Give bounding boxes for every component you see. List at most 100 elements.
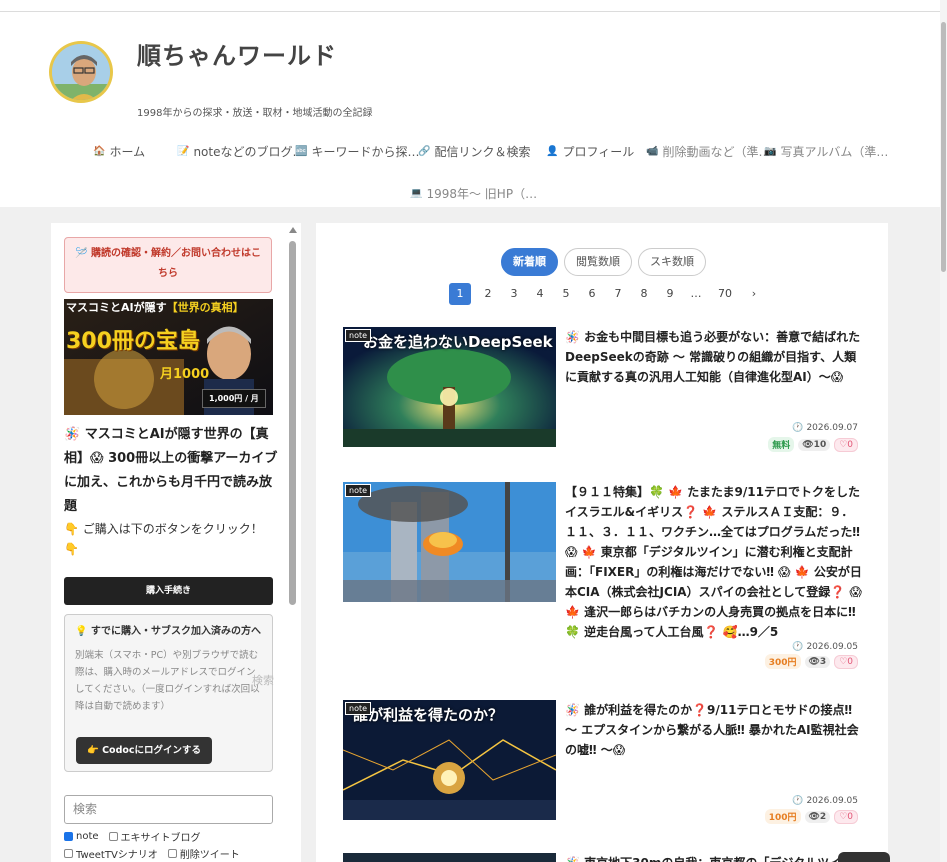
article-date: 🕐 2026.09.05 [792, 642, 858, 652]
filter-row-1: note エキサイトブログ [64, 829, 201, 844]
checkbox-icon[interactable] [108, 832, 118, 841]
codoc-login-button[interactable]: 👉 Codocにログインする [76, 737, 212, 764]
sort-tabs: 新着順 閲覧数順 スキ数順 [501, 248, 706, 276]
article-card[interactable]: 🪅 東京地下30mの自我：東京都の「デジタルツイン」 [343, 853, 863, 862]
note-tag: note [345, 484, 372, 497]
promo-price-label: 1,000円 / 月 [202, 389, 266, 408]
view-count-badge: 👁2 [804, 810, 831, 823]
like-count-badge[interactable]: ♡0 [834, 437, 858, 452]
nav-item-label: ホーム [109, 145, 146, 159]
like-count-badge[interactable]: ♡0 [834, 809, 858, 824]
contact-link-box[interactable]: 🪡 購読の確認・解約／お問い合わせはこちら [64, 237, 272, 293]
filter-deleted-tweets-checkbox[interactable]: 削除ツイート [167, 846, 240, 861]
promo-headline: マスコミとAIが隠す【世界の真相】 [66, 299, 244, 315]
promo-monthly: 月1000 [160, 367, 210, 382]
promo-headline-yellow: 【世界の真相】 [166, 301, 244, 314]
page-button[interactable]: 7 [605, 283, 631, 305]
page-button[interactable]: 8 [631, 283, 657, 305]
page-button[interactable]: 6 [579, 283, 605, 305]
nav-item-blogs[interactable]: 📝 noteなどのブログ… [177, 143, 305, 160]
page-button-last[interactable]: 70 [709, 283, 741, 305]
sidebar-scrollbar[interactable] [286, 223, 300, 862]
thumbnail-caption: 誰が利益を得たのか？ [353, 706, 504, 724]
login-info-box: 💡 すでに購入・サブスク加入済みの方へ 別端末（スマホ・PC）や別ブラウザで読む… [64, 614, 273, 772]
page-button[interactable]: 4 [527, 283, 553, 305]
thumbnail-caption: お金を追わないDeepSeek [363, 333, 553, 351]
home-icon: 🏠 [93, 146, 106, 157]
sidebar-scrollbar-thumb[interactable] [289, 241, 296, 605]
checkbox-icon[interactable] [167, 849, 177, 858]
page-scrollbar-thumb[interactable] [941, 22, 946, 272]
article-title[interactable]: 🪅 誰が利益を得たのか❓9/11テロとモサドの接点‼ 〜 エプスタインから繋がる… [565, 700, 863, 760]
like-count-badge[interactable]: ♡0 [834, 654, 858, 669]
article-title[interactable]: 【９１１特集】🍀 🍁 たまたま9/11テロでトクをしたイスラエル&イギリス❓ 🍁… [565, 482, 863, 642]
sort-tab-views[interactable]: 閲覧数順 [564, 248, 632, 276]
next-page-arrow-icon[interactable]: › [741, 283, 767, 305]
article-thumbnail[interactable] [343, 853, 556, 862]
page-button[interactable]: 9 [657, 283, 683, 305]
person-icon: 👤 [546, 146, 559, 157]
site-tagline: 1998年からの探求・放送・取材・地域活動の全記録 [137, 108, 373, 119]
page-button[interactable]: 5 [553, 283, 579, 305]
price-badge: 無料 [768, 437, 795, 452]
computer-icon: 💻 [410, 188, 423, 199]
sort-tab-likes[interactable]: スキ数順 [638, 248, 706, 276]
nav-item-home[interactable]: 🏠 ホーム [93, 143, 145, 160]
page-button-current[interactable]: 1 [449, 283, 471, 305]
promo-banner-image[interactable]: マスコミとAIが隠す【世界の真相】 300冊の宝島 月1000 1,000円 /… [64, 299, 273, 415]
nav-item-label: 1998年〜 旧HP（… [426, 187, 538, 201]
site-header: 順ちゃんワールド 1998年からの探求・放送・取材・地域活動の全記録 🏠 ホーム… [0, 0, 940, 207]
article-title[interactable]: 🪅 東京地下30mの自我：東京都の「デジタルツイン」 [565, 853, 863, 862]
sort-tab-newest[interactable]: 新着順 [501, 248, 558, 276]
promo-big-text: 300冊の宝島 [66, 329, 200, 354]
article-card[interactable]: note 【９１１特集】🍀 🍁 たまたま9/11テロでトクをしたイスラエル&イギ… [343, 482, 863, 672]
promo-subtext: 👇 ご購入は下のボタンをクリック！ 👇 [64, 522, 263, 556]
article-stats: 300円 👁3 ♡0 [764, 654, 858, 669]
nav-item-links[interactable]: 🔗 配信リンク＆検索 [418, 143, 530, 160]
article-thumbnail[interactable]: note [343, 482, 556, 602]
article-thumbnail[interactable]: 誰が利益を得たのか？ note [343, 700, 556, 820]
nav-item-keyword[interactable]: 🔤 キーワードから探… [295, 143, 419, 160]
abc-icon: 🔤 [295, 146, 308, 157]
article-thumbnail[interactable]: お金を追わないDeepSeek note [343, 327, 556, 447]
login-box-description: 別端末（スマホ・PC）や別ブラウザで読む際は、購入時のメールアドレスでログインし… [75, 650, 260, 712]
purchase-button[interactable]: 購入手続き [64, 577, 273, 605]
page-button[interactable]: 2 [475, 283, 501, 305]
site-title[interactable]: 順ちゃんワールド [137, 36, 337, 71]
filter-label: 削除ツイート [179, 850, 240, 861]
nav-item-profile[interactable]: 👤 プロフィール [546, 143, 634, 160]
nav-item-deleted-videos[interactable]: 📹 削除動画など（準… [646, 143, 770, 160]
article-title[interactable]: 🪅 お金も中間目標も追う必要がない：善意で結ばれたDeepSeekの奇跡 〜 常… [565, 327, 863, 387]
page-button[interactable]: 3 [501, 283, 527, 305]
filter-label: TweetTVシナリオ [76, 850, 158, 861]
video-camera-icon: 📹 [646, 146, 659, 157]
page-scrollbar[interactable] [940, 0, 947, 862]
nav-item-old-hp[interactable]: 💻 1998年〜 旧HP（… [410, 185, 537, 202]
nav-item-photo-album[interactable]: 📷 写真アルバム（準… [764, 143, 888, 160]
promo-title[interactable]: 🪅 マスコミとAIが隠す世界の【真相】😱 300冊以上の衝撃アーカイブに加え、こ… [64, 423, 279, 519]
nav-item-label: キーワードから探… [311, 145, 420, 159]
pagination: 1 2 3 4 5 6 7 8 9 … 70 › [449, 283, 767, 305]
sidebar: 🪡 購読の確認・解約／お問い合わせはこちら マスコミとAIが隠す【世界の真相】 … [51, 223, 301, 862]
price-badge: 300円 [764, 654, 801, 669]
site-avatar[interactable] [49, 41, 113, 103]
filter-label: エキサイトブログ [120, 833, 201, 844]
article-date: 🕐 2026.09.07 [792, 423, 858, 433]
checkbox-icon[interactable] [64, 849, 73, 858]
nav-item-label: 写真アルバム（準… [780, 145, 889, 159]
link-icon: 🔗 [418, 146, 431, 157]
login-box-title: 💡 すでに購入・サブスク加入済みの方へ [75, 626, 262, 637]
checkbox-checked-icon[interactable] [64, 832, 73, 841]
scroll-up-arrow-icon[interactable] [289, 227, 297, 233]
view-count-badge: 👁3 [804, 655, 831, 668]
nav-item-label: 削除動画など（準… [662, 145, 771, 159]
pagination-ellipsis: … [690, 287, 702, 300]
note-tag: note [345, 702, 372, 715]
search-input[interactable]: 検索 [64, 795, 273, 824]
filter-tweettv-checkbox[interactable]: TweetTVシナリオ [64, 846, 158, 861]
filter-note-checkbox[interactable]: note [64, 829, 99, 844]
scroll-to-top-button[interactable] [838, 852, 890, 862]
filter-excite-checkbox[interactable]: エキサイトブログ [108, 829, 201, 844]
article-card[interactable]: 誰が利益を得たのか？ note 🪅 誰が利益を得たのか❓9/11テロとモサドの接… [343, 700, 863, 830]
article-card[interactable]: お金を追わないDeepSeek note 🪅 お金も中間目標も追う必要がない：善… [343, 327, 863, 457]
